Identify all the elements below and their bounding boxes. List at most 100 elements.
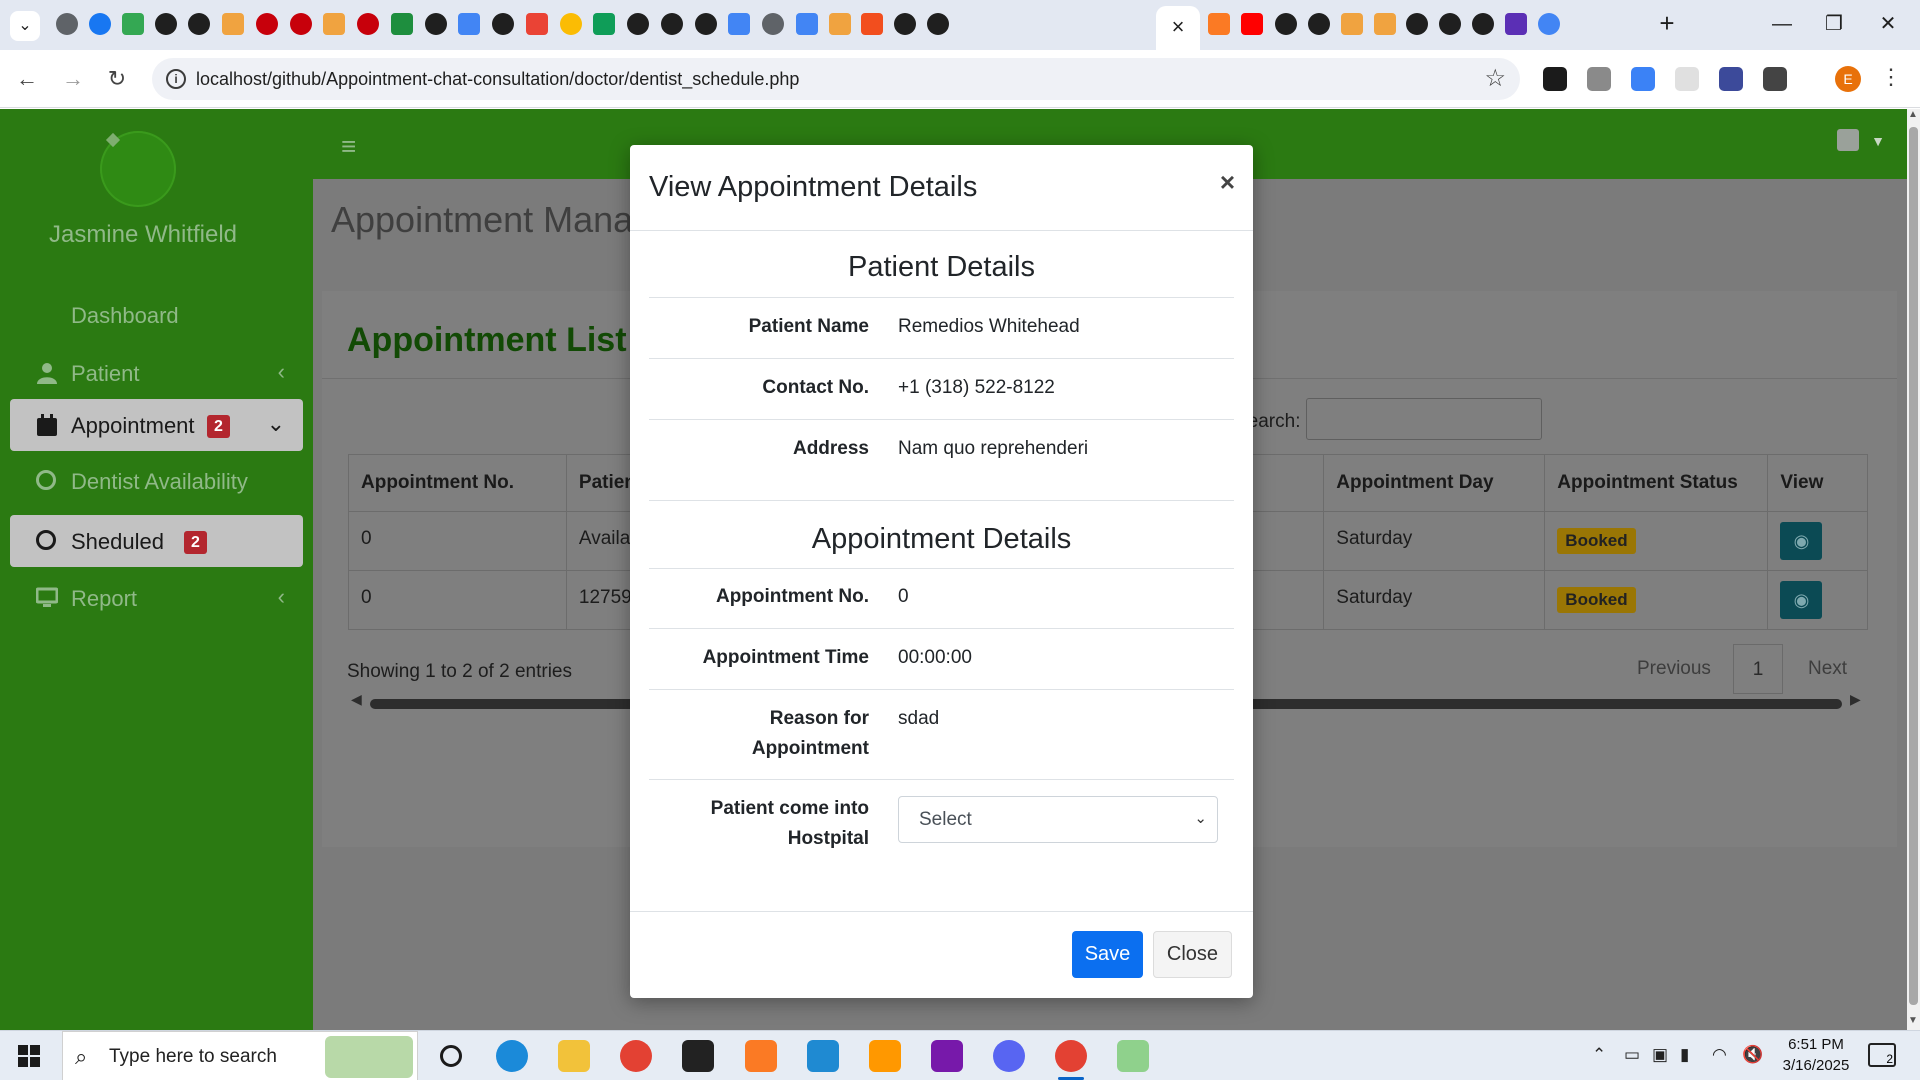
tab-favicon-meet[interactable] xyxy=(122,13,144,35)
tab-favicon-openai[interactable] xyxy=(695,13,717,35)
pagination-page-1[interactable]: 1 xyxy=(1733,644,1783,694)
tray-icon[interactable]: ▭ xyxy=(1624,1045,1640,1065)
vscode-icon[interactable] xyxy=(807,1040,839,1072)
window-close-button[interactable]: ✕ xyxy=(1860,8,1916,42)
discord-icon[interactable] xyxy=(993,1040,1025,1072)
edge-icon[interactable] xyxy=(496,1040,528,1072)
column-header[interactable]: Appointment Day xyxy=(1323,454,1546,512)
battery-icon[interactable]: ▮ xyxy=(1680,1045,1689,1065)
chevron-up-icon[interactable]: ⌃ xyxy=(1592,1045,1606,1065)
extension-icon[interactable] xyxy=(1587,67,1611,91)
restore-button[interactable]: ❐ xyxy=(1806,8,1862,42)
sidebar-item-patient[interactable]: Patient ‹ xyxy=(10,347,303,399)
sidebar-item-dashboard[interactable]: Dashboard xyxy=(10,289,303,341)
onenote-icon[interactable] xyxy=(931,1040,963,1072)
save-button[interactable]: Save xyxy=(1072,931,1143,978)
tab-favicon[interactable] xyxy=(1505,13,1527,35)
tab-favicon-pma[interactable] xyxy=(1374,13,1396,35)
patient-come-select[interactable]: Select ⌄ xyxy=(898,796,1218,843)
extension-icon[interactable] xyxy=(1675,67,1699,91)
tray-icon[interactable]: ▣ xyxy=(1652,1045,1668,1065)
windows-start-icon[interactable] xyxy=(18,1045,40,1067)
tab-favicon-drive[interactable] xyxy=(560,13,582,35)
chrome-icon[interactable] xyxy=(620,1040,652,1072)
search-input[interactable] xyxy=(1306,398,1542,440)
tab-favicon-pma[interactable] xyxy=(1341,13,1363,35)
column-header[interactable]: Appointment Status xyxy=(1544,454,1769,512)
sticky-notes-icon[interactable] xyxy=(682,1040,714,1072)
tab-favicon-youtube[interactable] xyxy=(1241,13,1263,35)
sidebar-item-report[interactable]: Report ‹ xyxy=(10,572,303,624)
tab-favicon[interactable] xyxy=(728,13,750,35)
tab-favicon-github[interactable] xyxy=(1275,13,1297,35)
tab-favicon-huawei[interactable] xyxy=(357,13,379,35)
profile-avatar[interactable]: E xyxy=(1835,66,1861,92)
tab-favicon[interactable] xyxy=(1439,13,1461,35)
url-text[interactable]: localhost/github/Appointment-chat-consul… xyxy=(196,69,799,90)
tab-favicon-pma[interactable] xyxy=(829,13,851,35)
pagination-next[interactable]: Next xyxy=(1808,644,1847,694)
minimize-button[interactable]: — xyxy=(1754,8,1810,42)
tab-favicon-pma[interactable] xyxy=(222,13,244,35)
tab-favicon[interactable] xyxy=(188,13,210,35)
tab-favicon-google[interactable] xyxy=(1538,13,1560,35)
tab-search-button[interactable]: ⌄ xyxy=(10,11,40,41)
extension-icon[interactable] xyxy=(1719,67,1743,91)
browser-menu-icon[interactable]: ⋮ xyxy=(1880,64,1902,90)
view-eye-button[interactable]: ◉ xyxy=(1780,581,1823,619)
sidebar-item-sheduled[interactable]: Sheduled 2 xyxy=(10,515,303,567)
tab-favicon-github[interactable] xyxy=(894,13,916,35)
user-menu-avatar[interactable] xyxy=(1837,129,1859,151)
address-bar[interactable]: i localhost/github/Appointment-chat-cons… xyxy=(152,58,1520,100)
back-arrow-icon[interactable]: ← xyxy=(12,64,42,94)
tab-favicon[interactable] xyxy=(56,13,78,35)
tab-favicon[interactable] xyxy=(796,13,818,35)
tab-favicon[interactable] xyxy=(155,13,177,35)
reload-icon[interactable]: ↻ xyxy=(102,64,132,94)
xampp-icon[interactable] xyxy=(745,1040,777,1072)
tab-favicon-openai[interactable] xyxy=(661,13,683,35)
tab-favicon-huawei[interactable] xyxy=(290,13,312,35)
chrome-profile-icon[interactable] xyxy=(1055,1040,1087,1072)
tab-favicon-docs[interactable] xyxy=(458,13,480,35)
tab-favicon-gmail[interactable] xyxy=(526,13,548,35)
new-tab-button[interactable]: + xyxy=(1652,9,1682,39)
site-info-icon[interactable]: i xyxy=(166,69,186,89)
close-button[interactable]: Close xyxy=(1153,931,1232,978)
notification-center-icon[interactable]: 2 xyxy=(1868,1043,1896,1067)
tab-favicon[interactable] xyxy=(425,13,447,35)
scroll-up-arrow[interactable]: ▲ xyxy=(1908,109,1918,120)
tab-favicon[interactable] xyxy=(1406,13,1428,35)
tab-favicon-figma[interactable] xyxy=(861,13,883,35)
vertical-scrollbar[interactable]: ▲ ▼ xyxy=(1907,109,1920,1030)
modal-close-icon[interactable]: × xyxy=(1220,167,1235,198)
file-explorer-icon[interactable] xyxy=(558,1040,590,1072)
scroll-left-arrow[interactable]: ◀ xyxy=(351,691,362,708)
view-eye-button[interactable]: ◉ xyxy=(1780,522,1823,560)
bookmark-star-icon[interactable]: ☆ xyxy=(1484,64,1506,93)
column-header[interactable]: View xyxy=(1767,454,1868,512)
sidebar-item-dentist-availability[interactable]: Dentist Availability xyxy=(10,455,303,507)
tab-favicon[interactable] xyxy=(1308,13,1330,35)
tab-favicon-github[interactable] xyxy=(1472,13,1494,35)
tab-favicon[interactable] xyxy=(391,13,413,35)
tab-favicon[interactable] xyxy=(927,13,949,35)
tab-favicon-xampp[interactable] xyxy=(1208,13,1230,35)
system-clock[interactable]: 6:51 PM 3/16/2025 xyxy=(1776,1034,1856,1076)
caret-down-icon[interactable]: ▼ xyxy=(1871,133,1885,149)
tab-favicon-huawei[interactable] xyxy=(256,13,278,35)
extension-pen-icon[interactable] xyxy=(1543,67,1567,91)
active-tab-close-button[interactable]: × xyxy=(1156,6,1200,50)
tab-favicon-facebook[interactable] xyxy=(89,13,111,35)
extensions-puzzle-icon[interactable] xyxy=(1763,67,1787,91)
tab-favicon-pma[interactable] xyxy=(323,13,345,35)
column-header[interactable]: Appointment No. xyxy=(348,454,567,512)
pagination-previous[interactable]: Previous xyxy=(1637,644,1711,694)
speaker-muted-icon[interactable]: 🔇 xyxy=(1742,1045,1763,1065)
tab-favicon[interactable] xyxy=(492,13,514,35)
taskbar-search-box[interactable]: ⌕ Type here to search xyxy=(62,1031,418,1080)
task-view-icon[interactable] xyxy=(440,1045,462,1067)
tab-favicon[interactable] xyxy=(762,13,784,35)
extension-icon[interactable] xyxy=(1631,67,1655,91)
hamburger-menu-icon[interactable]: ≡ xyxy=(341,131,356,162)
